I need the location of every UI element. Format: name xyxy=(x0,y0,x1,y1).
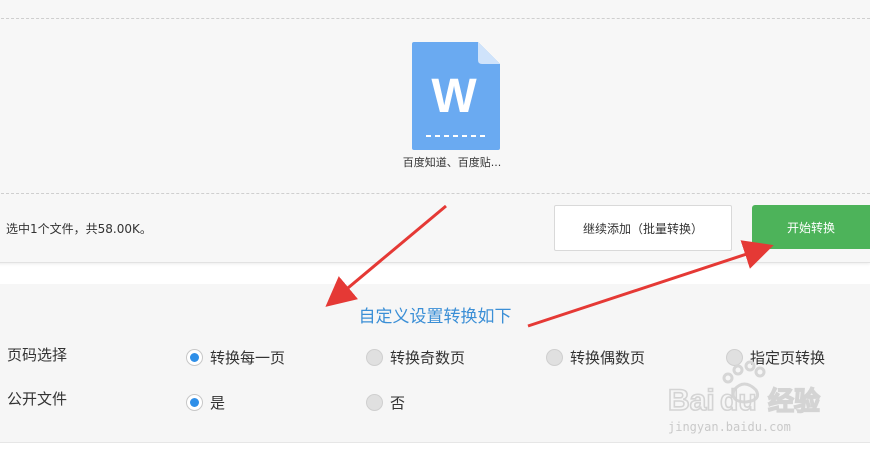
radio-convert-even-pages[interactable]: 转换偶数页 xyxy=(546,347,645,368)
svg-text:du: du xyxy=(720,384,757,417)
radio-public-yes[interactable]: 是 xyxy=(186,392,225,413)
radio-unselected-icon[interactable] xyxy=(366,394,383,411)
selection-status: 选中1个文件，共58.00K。 xyxy=(6,222,152,236)
svg-text:Bai: Bai xyxy=(668,384,715,417)
start-convert-button[interactable]: 开始转换 xyxy=(752,205,870,249)
dashed-divider-top xyxy=(0,18,870,19)
radio-public-no[interactable]: 否 xyxy=(366,392,405,413)
dashed-divider-bottom xyxy=(0,193,870,194)
settings-title: 自定义设置转换如下 xyxy=(358,307,512,327)
svg-text:经验: 经验 xyxy=(768,386,820,417)
public-file-label: 公开文件 xyxy=(7,390,68,408)
radio-convert-every-page[interactable]: 转换每一页 xyxy=(186,347,285,368)
radio-selected-icon[interactable] xyxy=(186,394,203,411)
radio-selected-icon[interactable] xyxy=(186,349,203,366)
file-name: 百度知道、百度贴... xyxy=(402,156,502,169)
selected-file[interactable]: W 百度知道、百度贴... xyxy=(394,40,510,170)
option-label: 转换偶数页 xyxy=(570,349,646,367)
radio-unselected-icon[interactable] xyxy=(366,349,383,366)
option-label: 否 xyxy=(390,394,406,412)
svg-text:W: W xyxy=(431,70,477,123)
add-more-button[interactable]: 继续添加（批量转换） xyxy=(554,205,732,251)
radio-convert-odd-pages[interactable]: 转换奇数页 xyxy=(366,347,465,368)
baidu-jingyan-watermark: Bai du 经验 xyxy=(668,360,821,418)
option-label: 转换每一页 xyxy=(210,349,286,367)
page-selection-label: 页码选择 xyxy=(7,346,68,364)
option-label: 是 xyxy=(210,394,226,412)
radio-unselected-icon[interactable] xyxy=(546,349,563,366)
word-document-icon: W xyxy=(412,42,500,150)
watermark-url: jingyan.baidu.com xyxy=(668,420,791,434)
option-label: 转换奇数页 xyxy=(390,349,466,367)
